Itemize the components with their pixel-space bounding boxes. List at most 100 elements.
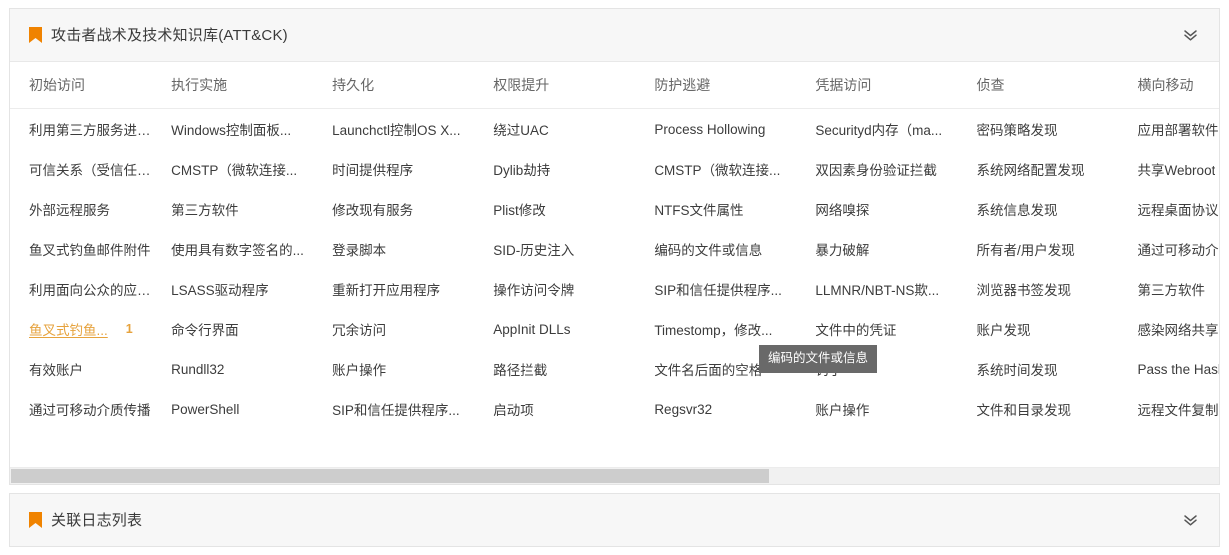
bookmark-icon (29, 27, 42, 43)
table-cell[interactable]: 绕过UAC (493, 109, 654, 150)
table-cell[interactable]: 双因素身份验证拦截 (815, 149, 976, 189)
horizontal-scrollbar-thumb[interactable] (11, 469, 769, 483)
table-cell[interactable]: 操作访问令牌 (493, 269, 654, 309)
cell-text: 编码的文件或信息 (654, 239, 762, 259)
attack-table-scroller[interactable]: 初始访问 执行实施 持久化 权限提升 防护逃避 凭据访问 侦查 横向移动 (10, 62, 1219, 484)
table-cell[interactable]: 冗余访问 (332, 309, 493, 349)
table-cell[interactable]: 所有者/用户发现 (976, 229, 1137, 269)
cell-text: 系统网络配置发现 (976, 159, 1084, 179)
table-cell[interactable]: 登录脚本 (332, 229, 493, 269)
table-cell[interactable]: 利用第三方服务进行... (10, 109, 171, 150)
table-cell[interactable]: 网络嗅探 (815, 189, 976, 229)
cell-text: Regsvr32 (654, 402, 712, 417)
table-cell[interactable]: 账户发现 (976, 309, 1137, 349)
column-header-discovery[interactable]: 侦查 (976, 62, 1137, 109)
double-chevron-down-icon (1182, 28, 1199, 42)
table-cell[interactable]: 时间提供程序 (332, 149, 493, 189)
cell-text-highlighted[interactable]: 鱼叉式钓鱼... (29, 319, 108, 339)
table-cell[interactable]: CMSTP（微软连接... (171, 149, 332, 189)
table-cell[interactable]: 启动项 (493, 389, 654, 429)
table-row: 鱼叉式钓鱼邮件附件 使用具有数字签名的... 登录脚本 SID-历史注入 编码的… (10, 229, 1219, 269)
table-cell[interactable]: SIP和信任提供程序... (654, 269, 815, 309)
table-cell[interactable]: NTFS文件属性 (654, 189, 815, 229)
table-cell[interactable]: 账户操作 (815, 389, 976, 429)
table-cell[interactable]: Securityd内存（ma... (815, 109, 976, 150)
table-cell[interactable]: 编码的文件或信息 (654, 229, 815, 269)
table-cell[interactable]: PowerShell (171, 389, 332, 429)
column-header-execution[interactable]: 执行实施 (171, 62, 332, 109)
table-cell[interactable]: 重新打开应用程序 (332, 269, 493, 309)
column-header-defense-evasion[interactable]: 防护逃避 (654, 62, 815, 109)
table-cell[interactable]: 系统网络配置发现 (976, 149, 1137, 189)
collapse-toggle-attack[interactable] (1179, 24, 1201, 46)
table-cell[interactable]: Plist修改 (493, 189, 654, 229)
table-cell[interactable]: Windows控制面板... (171, 109, 332, 150)
table-cell[interactable]: Process Hollowing (654, 109, 815, 150)
table-cell[interactable]: 远程文件复制 (1138, 389, 1219, 429)
double-chevron-down-icon (1182, 513, 1199, 527)
horizontal-scrollbar-track[interactable] (10, 467, 1219, 484)
table-cell[interactable]: 暴力破解 (815, 229, 976, 269)
table-cell[interactable]: 可信关系（受信任的... (10, 149, 171, 189)
table-cell[interactable]: Regsvr32 (654, 389, 815, 429)
table-cell[interactable]: 账户操作 (332, 349, 493, 389)
table-cell-hovered[interactable]: LLMNR/NBT-NS欺... (815, 269, 976, 309)
table-cell-highlighted[interactable]: 鱼叉式钓鱼...1 (10, 309, 171, 349)
table-cell[interactable]: CMSTP（微软连接... (654, 149, 815, 189)
table-cell[interactable]: 文件名后面的空格 (654, 349, 815, 389)
table-cell[interactable]: 系统时间发现 (976, 349, 1137, 389)
table-cell[interactable]: 第三方软件 (1138, 269, 1219, 309)
cell-text: 暴力破解 (815, 239, 869, 259)
table-cell[interactable]: 远程桌面协议RDP (1138, 189, 1219, 229)
table-cell[interactable]: 钩子 (815, 349, 976, 389)
table-cell[interactable]: 系统信息发现 (976, 189, 1137, 229)
table-cell[interactable]: 感染网络共享文件 (1138, 309, 1219, 349)
table-cell[interactable]: 鱼叉式钓鱼邮件附件 (10, 229, 171, 269)
table-cell[interactable]: 利用面向公众的应用... (10, 269, 171, 309)
cell-text: 应用部署软件 (1138, 119, 1219, 139)
table-cell[interactable]: 共享Webroot (1138, 149, 1219, 189)
table-row: 外部远程服务 第三方软件 修改现有服务 Plist修改 NTFS文件属性 网络嗅… (10, 189, 1219, 229)
cell-text: 网络嗅探 (815, 199, 869, 219)
table-cell[interactable]: 文件和目录发现 (976, 389, 1137, 429)
table-cell[interactable]: 通过可移动介质传播 (1138, 229, 1219, 269)
table-cell[interactable]: Pass the Hash (1138, 349, 1219, 389)
table-cell[interactable]: AppInit DLLs (493, 309, 654, 349)
table-cell[interactable]: 使用具有数字签名的... (171, 229, 332, 269)
cell-text: Pass the Hash (1138, 362, 1219, 377)
attack-panel-header[interactable]: 攻击者战术及技术知识库(ATT&CK) (10, 9, 1219, 62)
table-cell[interactable]: 应用部署软件 (1138, 109, 1219, 150)
column-header-privilege-escalation[interactable]: 权限提升 (493, 62, 654, 109)
table-cell[interactable]: 有效账户 (10, 349, 171, 389)
cell-text: 第三方软件 (1138, 279, 1206, 299)
cell-text: 可信关系（受信任的... (29, 159, 161, 179)
attack-table-viewport: 初始访问 执行实施 持久化 权限提升 防护逃避 凭据访问 侦查 横向移动 (10, 62, 1219, 484)
table-cell[interactable]: 路径拦截 (493, 349, 654, 389)
collapse-toggle-logs[interactable] (1179, 509, 1201, 531)
cell-text: 时间提供程序 (332, 159, 413, 179)
cell-text: 文件和目录发现 (976, 399, 1071, 419)
cell-text: 外部远程服务 (29, 199, 110, 219)
table-cell[interactable]: 文件中的凭证 (815, 309, 976, 349)
table-cell[interactable]: 修改现有服务 (332, 189, 493, 229)
column-header-persistence[interactable]: 持久化 (332, 62, 493, 109)
table-cell[interactable]: 外部远程服务 (10, 189, 171, 229)
column-header-initial-access[interactable]: 初始访问 (10, 62, 171, 109)
table-cell[interactable]: 通过可移动介质传播 (10, 389, 171, 429)
table-cell[interactable]: 命令行界面 (171, 309, 332, 349)
cell-text: NTFS文件属性 (654, 199, 743, 219)
table-cell[interactable]: Rundll32 (171, 349, 332, 389)
table-cell[interactable]: Dylib劫持 (493, 149, 654, 189)
table-cell[interactable]: LSASS驱动程序 (171, 269, 332, 309)
column-header-credential-access[interactable]: 凭据访问 (815, 62, 976, 109)
table-cell[interactable]: 第三方软件 (171, 189, 332, 229)
table-cell[interactable]: 浏览器书签发现 (976, 269, 1137, 309)
table-cell[interactable]: Launchctl控制OS X... (332, 109, 493, 150)
logs-panel-title: 关联日志列表 (51, 513, 142, 528)
table-cell[interactable]: SID-历史注入 (493, 229, 654, 269)
table-cell[interactable]: Timestomp，修改... (654, 309, 815, 349)
table-cell[interactable]: 密码策略发现 (976, 109, 1137, 150)
table-cell[interactable]: SIP和信任提供程序... (332, 389, 493, 429)
column-header-lateral-movement[interactable]: 横向移动 (1138, 62, 1219, 109)
logs-panel-header[interactable]: 关联日志列表 (10, 494, 1219, 546)
